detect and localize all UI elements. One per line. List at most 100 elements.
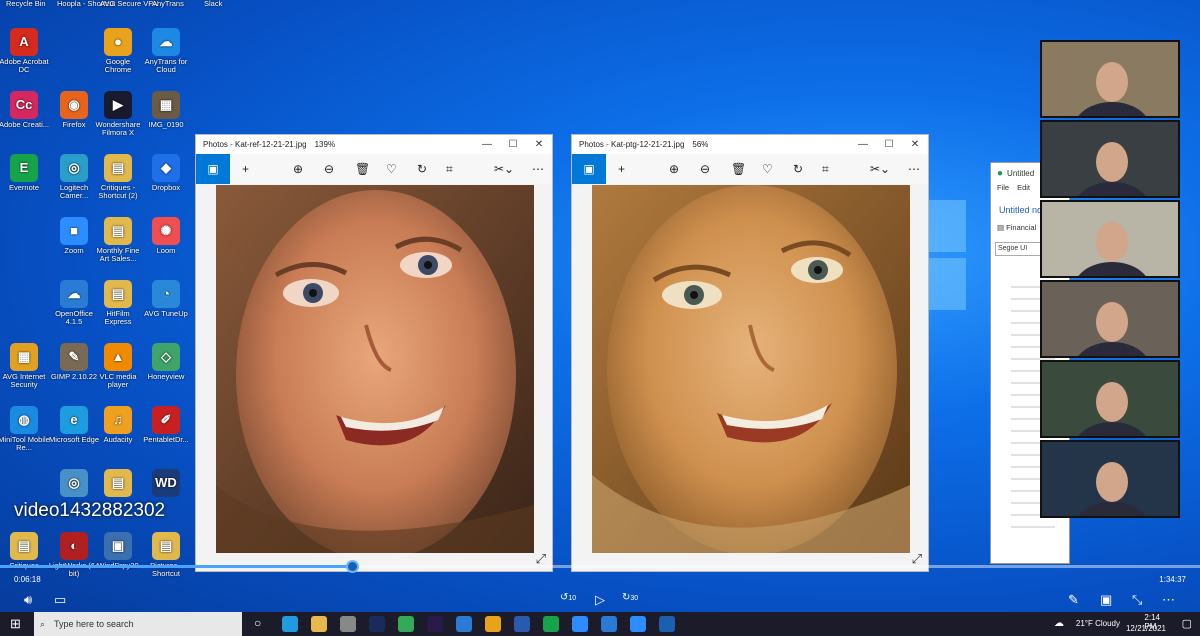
video-tile-participant-1[interactable] xyxy=(1040,40,1180,118)
weather-text[interactable]: 21°F Cloudy xyxy=(1076,619,1120,628)
desktop-icon[interactable]: A Adobe Acrobat DC xyxy=(0,28,50,74)
fullscreen-icon[interactable]: ⤡ xyxy=(1132,592,1142,608)
menu-file[interactable]: File xyxy=(997,183,1009,197)
video-tile-participant-3[interactable] xyxy=(1040,200,1180,278)
desktop-icon[interactable]: ▶ Wondershare Filmora X xyxy=(92,91,144,137)
miniplayer-icon[interactable]: ▣ xyxy=(1100,592,1112,608)
desktop-label[interactable]: Recycle Bin xyxy=(6,0,46,8)
image-view-icon[interactable]: ▣ xyxy=(196,154,230,184)
desktop-label[interactable]: Slack xyxy=(204,0,222,8)
app-icon[interactable] xyxy=(398,616,414,632)
outlook-icon[interactable] xyxy=(659,616,675,632)
photos-window-reference[interactable]: Photos - Kat-ref-12-21-21.jpg 139% — ☐ ✕… xyxy=(195,134,553,572)
desktop-icon[interactable]: ▤ Critiques - Shortcut (2) xyxy=(92,154,144,200)
zoom-out-icon[interactable]: ⊖ xyxy=(700,162,710,176)
desktop-icon[interactable]: ◔ AVG TuneUp xyxy=(140,280,192,318)
desktop-icon[interactable]: ▤ Monthly Fine Art Sales... xyxy=(92,217,144,263)
video-name: video1432882302 xyxy=(14,500,166,521)
zoom-in-icon[interactable]: ⊕ xyxy=(669,162,679,176)
desktop-icon[interactable]: ◍ MiniTool Mobile Re... xyxy=(0,406,50,452)
seek-handle[interactable] xyxy=(346,560,359,573)
store-icon[interactable] xyxy=(340,616,356,632)
zoom-in-icon[interactable]: ⊕ xyxy=(293,162,303,176)
skip-back-button[interactable]: ↺10 xyxy=(560,592,576,603)
video-tile-participant-6[interactable] xyxy=(1040,440,1180,518)
volume-icon[interactable]: 🔊︎ xyxy=(24,592,32,608)
start-icon[interactable]: ⊞ xyxy=(10,616,21,632)
desktop-icon[interactable]: ✐ PentabletDr... xyxy=(140,406,192,444)
desktop-label[interactable]: AVG Secure VPN xyxy=(100,0,159,8)
desktop-icon[interactable]: ▦ AVG Internet Security xyxy=(0,343,50,389)
video-tile-participant-4[interactable] xyxy=(1040,280,1180,358)
desktop-label[interactable]: AnyTrans xyxy=(152,0,184,8)
maximize-icon[interactable]: ☐ xyxy=(500,135,526,154)
desktop-icon[interactable]: WD xyxy=(140,469,192,499)
close-icon[interactable]: ✕ xyxy=(902,135,928,154)
rotate-icon[interactable]: ↻ xyxy=(793,162,803,176)
evernote-icon[interactable] xyxy=(543,616,559,632)
maximize-icon[interactable]: ☐ xyxy=(876,135,902,154)
edit-icon[interactable]: ✂⌄ xyxy=(870,162,890,176)
favorite-icon[interactable]: ♡ xyxy=(762,162,773,176)
video-tile-participant-5[interactable] xyxy=(1040,360,1180,438)
delete-icon[interactable]: 🗑 xyxy=(731,162,746,176)
rotate-icon[interactable]: ↻ xyxy=(417,162,427,176)
delete-icon[interactable]: 🗑 xyxy=(355,162,370,176)
video-tile-participant-2[interactable] xyxy=(1040,120,1180,198)
minimize-icon[interactable]: — xyxy=(474,135,500,154)
desktop-icon[interactable]: E Evernote xyxy=(0,154,50,192)
desktop-icon[interactable]: ▤ xyxy=(92,469,144,499)
task-view-icon[interactable]: ○ xyxy=(254,616,261,630)
desktop-icon[interactable]: ◇ Honeyview xyxy=(140,343,192,381)
desktop-icon[interactable]: ✺ Loom xyxy=(140,217,192,255)
menu-edit[interactable]: Edit xyxy=(1017,183,1030,197)
notifications-icon[interactable]: ▢ xyxy=(1182,617,1192,630)
search-box[interactable]: ⌕ Type here to search xyxy=(34,612,242,636)
more-icon[interactable]: ⋯ xyxy=(908,162,920,176)
play-icon[interactable]: ▷ xyxy=(595,592,605,608)
clock-date[interactable]: 12/21/2021 xyxy=(1126,624,1166,633)
crop-icon[interactable]: ⌗ xyxy=(822,162,829,177)
favorite-icon[interactable]: ♡ xyxy=(386,162,397,176)
skip-forward-button[interactable]: ↻30 xyxy=(622,592,638,603)
desktop-icon[interactable]: ▤ HitFilm Express xyxy=(92,280,144,326)
captions-icon[interactable]: ▭ xyxy=(54,592,66,608)
window-titlebar[interactable]: Photos - Kat-ptg-12-21-21.jpg 56% — ☐ ✕ xyxy=(572,135,928,154)
word-icon[interactable] xyxy=(514,616,530,632)
photos-icon[interactable] xyxy=(601,616,617,632)
add-icon[interactable]: + xyxy=(618,162,625,176)
mail-icon[interactable] xyxy=(456,616,472,632)
desktop-icon[interactable]: Cc Adobe Creati... xyxy=(0,91,50,129)
desktop-icon-label: Audacity xyxy=(103,435,133,444)
chrome-icon[interactable] xyxy=(485,616,501,632)
minimize-icon[interactable]: — xyxy=(850,135,876,154)
add-icon[interactable]: + xyxy=(242,162,249,176)
crop-icon[interactable]: ⌗ xyxy=(446,162,453,177)
desktop-icon[interactable]: ▲ VLC media player xyxy=(92,343,144,389)
explorer-icon[interactable] xyxy=(311,616,327,632)
window-titlebar[interactable]: Photos - Kat-ref-12-21-21.jpg 139% — ☐ ✕ xyxy=(196,135,552,154)
edit-icon[interactable]: ✂⌄ xyxy=(494,162,514,176)
desktop-icon[interactable]: ♫ Audacity xyxy=(92,406,144,444)
close-icon[interactable]: ✕ xyxy=(526,135,552,154)
desktop-icon[interactable]: ▦ IMG_0190 xyxy=(140,91,192,129)
zoom-out-icon[interactable]: ⊖ xyxy=(324,162,334,176)
more-icon[interactable]: ⋯ xyxy=(532,162,544,176)
photoshop-icon[interactable] xyxy=(369,616,385,632)
pen-icon[interactable]: ✎ xyxy=(1068,592,1079,608)
more-options-icon[interactable]: ⋯ xyxy=(1162,592,1175,608)
image-view-icon[interactable]: ▣ xyxy=(572,154,606,184)
edge-icon: e xyxy=(60,406,88,434)
desktop-icon[interactable]: ◆ Dropbox xyxy=(140,154,192,192)
seek-bar[interactable] xyxy=(0,565,1200,568)
window-title: Untitled xyxy=(1007,168,1035,178)
desktop-icon[interactable]: ☁ AnyTrans for Cloud xyxy=(140,28,192,74)
font-select[interactable]: Segoe UI xyxy=(995,242,1045,256)
edge-icon[interactable] xyxy=(282,616,298,632)
photos-window-painting[interactable]: Photos - Kat-ptg-12-21-21.jpg 56% — ☐ ✕ … xyxy=(571,134,929,572)
zoom-icon[interactable] xyxy=(572,616,588,632)
zoom-meetings-icon[interactable] xyxy=(630,616,646,632)
desktop-icon[interactable]: ▤Pictures - Shortcut xyxy=(140,532,192,578)
premiere-icon[interactable] xyxy=(427,616,443,632)
desktop-icon[interactable]: ● Google Chrome xyxy=(92,28,144,74)
